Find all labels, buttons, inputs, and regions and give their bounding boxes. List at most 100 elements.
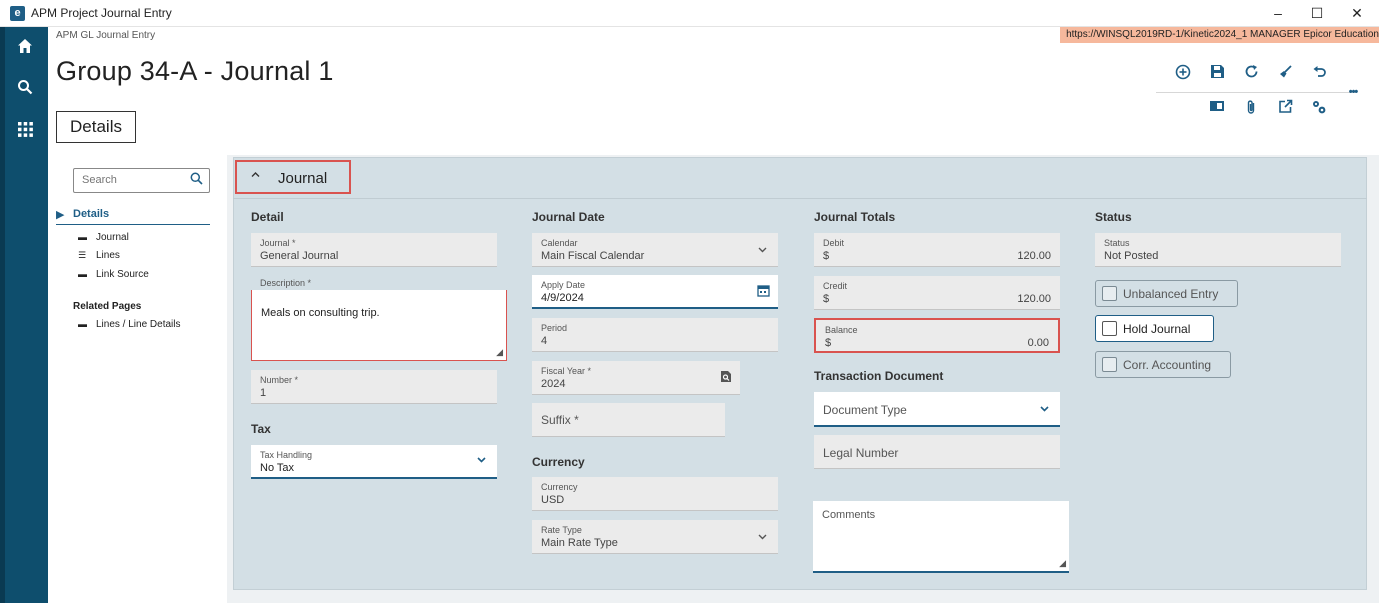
server-info-badge: https://WINSQL2019RD-1/Kinetic2024_1 MAN…	[1060, 27, 1379, 43]
balance-value: 0.00	[1027, 337, 1049, 349]
save-icon[interactable]	[1207, 64, 1227, 84]
chevron-down-icon[interactable]	[757, 244, 768, 258]
period-label: Period	[541, 323, 568, 333]
open-external-icon[interactable]	[1275, 99, 1295, 119]
document-type-select[interactable]: Document Type	[814, 392, 1060, 427]
journal-totals-section-title: Journal Totals	[814, 210, 896, 224]
suffix-field[interactable]: Suffix *	[532, 403, 725, 437]
currency-value: USD	[541, 494, 565, 506]
calendar-label: Calendar	[541, 238, 578, 248]
card-icon: ▬	[78, 269, 87, 279]
checkbox-square	[1102, 286, 1117, 301]
corr-accounting-checkbox[interactable]: Corr. Accounting	[1095, 351, 1231, 378]
number-value: 1	[260, 387, 267, 399]
apply-date-field[interactable]: Apply Date 4/9/2024	[532, 275, 778, 309]
rate-type-label: Rate Type	[541, 525, 582, 535]
status-value: Not Posted	[1104, 250, 1159, 262]
currency-label: Currency	[541, 482, 578, 492]
tax-handling-select[interactable]: Tax Handling No Tax	[251, 445, 497, 479]
description-value: Meals on consulting trip.	[261, 307, 380, 319]
period-field[interactable]: Period 4	[532, 318, 778, 352]
chevron-down-icon[interactable]	[757, 531, 768, 545]
debit-field: Debit $ 120.00	[814, 233, 1060, 267]
balance-field: Balance $ 0.00	[814, 318, 1060, 353]
journal-collapse-toggle[interactable]: Journal	[235, 160, 351, 194]
status-field: Status Not Posted	[1095, 233, 1341, 267]
balance-currency-symbol: $	[825, 337, 832, 349]
nav-item-journal[interactable]: ▬ Journal	[78, 230, 129, 244]
number-label: Number *	[260, 375, 299, 385]
checkbox-square	[1102, 357, 1117, 372]
search-icon[interactable]	[190, 172, 203, 188]
period-value: 4	[541, 335, 548, 347]
credit-label: Credit	[823, 281, 848, 291]
comments-field[interactable]: Comments ◢	[813, 501, 1069, 573]
tax-handling-label: Tax Handling	[260, 450, 313, 460]
resize-handle-icon[interactable]: ◢	[1059, 558, 1066, 569]
lookup-icon[interactable]	[720, 370, 732, 386]
tax-section-title: Tax	[251, 422, 271, 436]
nav-item-label: Lines / Line Details	[96, 319, 181, 330]
description-label-row: Description *	[251, 275, 497, 289]
more-options-icon[interactable]: •••	[1343, 82, 1363, 102]
add-new-icon[interactable]	[1173, 64, 1193, 84]
apps-grid-icon[interactable]	[14, 121, 36, 143]
apply-date-label: Apply Date	[541, 280, 586, 290]
tab-details[interactable]: Details	[56, 111, 136, 143]
credit-currency-symbol: $	[823, 293, 830, 305]
clear-brush-icon[interactable]	[1275, 64, 1295, 84]
status-section-title: Status	[1095, 210, 1132, 224]
journal-value: General Journal	[260, 250, 339, 262]
panel-card-icon[interactable]	[1207, 99, 1227, 119]
nav-section-details[interactable]: ▶ Details	[56, 207, 210, 225]
breadcrumb[interactable]: APM GL Journal Entry	[56, 30, 155, 41]
settings-gears-icon[interactable]	[1309, 99, 1329, 119]
refresh-icon[interactable]	[1241, 64, 1261, 84]
hold-journal-label: Hold Journal	[1123, 322, 1191, 336]
window-titlebar: e APM Project Journal Entry – ☐ ✕	[0, 0, 1379, 27]
nav-details-label: Details	[73, 208, 110, 220]
fiscal-year-field[interactable]: Fiscal Year * 2024	[532, 361, 740, 395]
currency-field: Currency USD	[532, 477, 778, 511]
chevron-up-icon	[250, 169, 261, 183]
credit-value: 120.00	[1017, 293, 1051, 305]
hold-journal-checkbox[interactable]: Hold Journal	[1095, 315, 1214, 342]
nav-search-input[interactable]	[82, 169, 187, 191]
checkbox-square	[1102, 321, 1117, 336]
nav-search-box[interactable]	[73, 168, 210, 193]
nav-item-link-source[interactable]: ▬ Link Source	[78, 267, 149, 281]
undo-icon[interactable]	[1309, 64, 1329, 84]
description-field[interactable]: Meals on consulting trip. ◢	[251, 290, 507, 361]
home-icon[interactable]	[14, 37, 36, 59]
attachment-icon[interactable]	[1241, 99, 1261, 119]
calendar-select[interactable]: Calendar Main Fiscal Calendar	[532, 233, 778, 267]
nav-item-lines[interactable]: ☰ Lines	[78, 248, 120, 262]
maximize-button[interactable]: ☐	[1297, 3, 1337, 23]
page-title: Group 34-A - Journal 1	[56, 56, 334, 86]
nav-item-label: Journal	[96, 232, 129, 243]
journal-field: Journal * General Journal	[251, 233, 497, 267]
debit-label: Debit	[823, 238, 845, 248]
rate-type-select[interactable]: Rate Type Main Rate Type	[532, 520, 778, 554]
unbalanced-entry-checkbox[interactable]: Unbalanced Entry	[1095, 280, 1238, 307]
nav-item-lines-line-details[interactable]: ▬ Lines / Line Details	[78, 317, 181, 331]
balance-label: Balance	[825, 325, 858, 335]
minimize-button[interactable]: –	[1258, 3, 1298, 23]
status-label: Status	[1104, 238, 1130, 248]
rail-edge	[0, 27, 5, 603]
calendar-icon[interactable]	[757, 284, 770, 300]
number-field[interactable]: Number * 1	[251, 370, 497, 404]
close-button[interactable]: ✕	[1337, 3, 1377, 23]
card-header-divider	[233, 198, 1367, 199]
nav-item-label: Link Source	[96, 269, 149, 280]
legal-number-field[interactable]: Legal Number	[814, 435, 1060, 469]
resize-handle-icon[interactable]: ◢	[496, 347, 503, 358]
transaction-document-section-title: Transaction Document	[814, 369, 944, 383]
window-title: APM Project Journal Entry	[31, 6, 172, 20]
toolbar-divider	[1156, 92, 1356, 93]
chevron-down-icon[interactable]	[1039, 403, 1050, 417]
epicor-app-icon: e	[10, 6, 25, 21]
chevron-down-icon[interactable]	[476, 454, 487, 468]
caret-right-icon: ▶	[56, 209, 65, 221]
search-icon[interactable]	[14, 79, 36, 101]
